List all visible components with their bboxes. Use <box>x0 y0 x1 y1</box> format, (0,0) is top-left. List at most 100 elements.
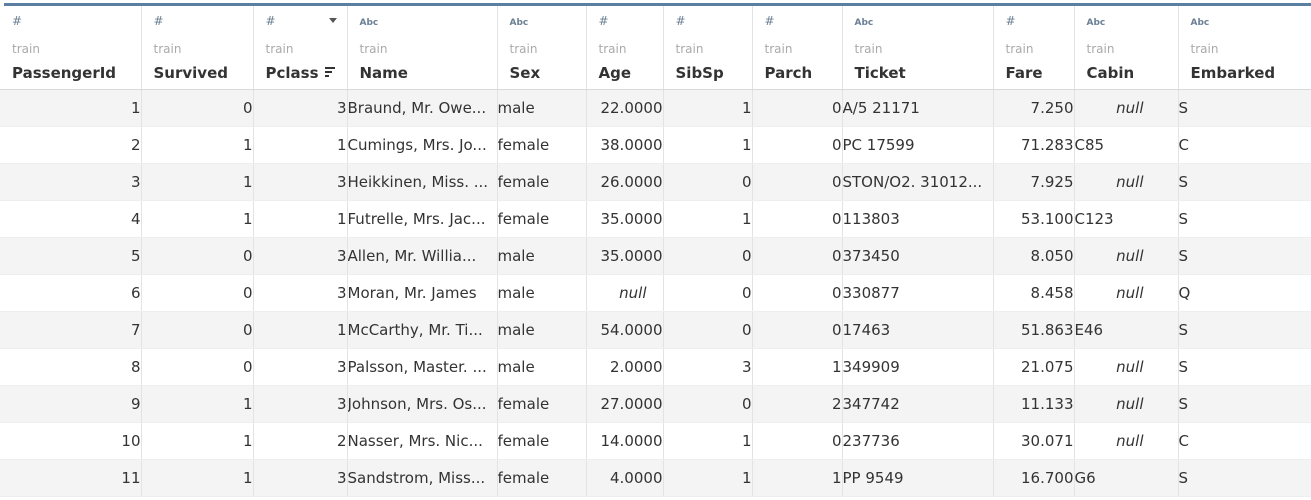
cell-parch: 0 <box>752 200 843 238</box>
cell-ticket: 349909 <box>842 348 994 386</box>
table-row: 2 1 1 Cumings, Mrs. Jo... female 38.0000 1 0 PC … <box>0 126 1311 164</box>
cell-cabin: C123 <box>1074 200 1179 238</box>
cell-embarked: S <box>1178 89 1311 127</box>
cell-ticket: 237736 <box>842 422 994 460</box>
column-header-embarked[interactable]: Abc train Embarked <box>1178 6 1311 90</box>
cell-fare: 53.100 <box>993 200 1075 238</box>
cell-survived: 1 <box>141 126 254 164</box>
cell-sex: female <box>497 163 587 201</box>
cell-sex: female <box>497 126 587 164</box>
table-row: 10 1 2 Nasser, Mrs. Nic... female 14.0000 1 0 23… <box>0 422 1311 460</box>
cell-pclass: 3 <box>253 459 348 497</box>
column-source-label: train <box>598 42 627 56</box>
cell-sibsp: 3 <box>663 348 753 386</box>
cell-fare: 21.075 <box>993 348 1075 386</box>
abc-icon: Abc <box>1086 18 1106 28</box>
cell-sex: female <box>497 385 587 423</box>
hash-icon: # <box>764 14 775 28</box>
cell-sibsp: 0 <box>663 163 753 201</box>
column-source-label: train <box>1086 42 1115 56</box>
cell-sibsp: 1 <box>663 200 753 238</box>
cell-embarked: S <box>1178 459 1311 497</box>
cell-parch: 2 <box>752 385 843 423</box>
column-name-label: Age <box>598 64 632 82</box>
hash-icon: # <box>675 14 686 28</box>
cell-embarked: S <box>1178 348 1311 386</box>
cell-age: null <box>586 274 664 312</box>
cell-passengerid: 4 <box>0 200 142 238</box>
cell-fare: 7.925 <box>993 163 1075 201</box>
cell-age: 22.0000 <box>586 89 664 127</box>
abc-icon: Abc <box>509 18 529 28</box>
cell-age: 27.0000 <box>586 385 664 423</box>
column-header-cabin[interactable]: Abc train Cabin <box>1074 6 1179 90</box>
table-row: 11 1 3 Sandstrom, Miss... female 4.0000 1 1 PP 9… <box>0 459 1311 497</box>
cell-cabin: null <box>1074 348 1179 386</box>
column-header-fare[interactable]: # train Fare <box>993 6 1075 90</box>
cell-cabin: null <box>1074 385 1179 423</box>
cell-fare: 51.863 <box>993 311 1075 349</box>
column-header-passengerid[interactable]: # train PassengerId <box>0 6 142 90</box>
abc-icon: Abc <box>359 18 379 28</box>
cell-survived: 1 <box>141 422 254 460</box>
abc-icon: Abc <box>1190 18 1210 28</box>
cell-ticket: 373450 <box>842 237 994 275</box>
cell-name: Braund, Mr. Owe... <box>347 89 498 127</box>
cell-embarked: S <box>1178 200 1311 238</box>
cell-pclass: 2 <box>253 422 348 460</box>
cell-pclass: 1 <box>253 126 348 164</box>
table-row: 3 1 3 Heikkinen, Miss. ... female 26.0000 0 0 ST… <box>0 163 1311 201</box>
cell-passengerid: 7 <box>0 311 142 349</box>
column-name-label: Ticket <box>854 64 906 82</box>
cell-fare: 11.133 <box>993 385 1075 423</box>
cell-ticket: PP 9549 <box>842 459 994 497</box>
cell-passengerid: 5 <box>0 237 142 275</box>
cell-parch: 0 <box>752 274 843 312</box>
sort-descending-icon[interactable] <box>324 67 335 77</box>
column-source-label: train <box>12 42 40 56</box>
cell-ticket: 113803 <box>842 200 994 238</box>
column-source-label: train <box>153 42 182 56</box>
column-source-label: train <box>1190 42 1219 56</box>
hash-icon: # <box>1005 14 1016 28</box>
cell-age: 14.0000 <box>586 422 664 460</box>
cell-passengerid: 9 <box>0 385 142 423</box>
column-header-sex[interactable]: Abc train Sex <box>497 6 587 90</box>
cell-embarked: S <box>1178 385 1311 423</box>
cell-passengerid: 2 <box>0 126 142 164</box>
column-header-age[interactable]: # train Age <box>586 6 664 90</box>
column-header-pclass[interactable]: # train Pclass <box>253 6 348 90</box>
column-header-survived[interactable]: # train Survived <box>141 6 254 90</box>
table-row: 1 0 3 Braund, Mr. Owe... male 22.0000 1 0 A/5 21… <box>0 89 1311 127</box>
cell-age: 35.0000 <box>586 200 664 238</box>
cell-pclass: 1 <box>253 311 348 349</box>
column-header-parch[interactable]: # train Parch <box>752 6 843 90</box>
cell-age: 54.0000 <box>586 311 664 349</box>
column-name-label: Survived <box>153 64 229 82</box>
cell-sibsp: 1 <box>663 126 753 164</box>
cell-cabin: null <box>1074 237 1179 275</box>
cell-name: Heikkinen, Miss. ... <box>347 163 498 201</box>
cell-embarked: S <box>1178 237 1311 275</box>
cell-survived: 0 <box>141 89 254 127</box>
cell-name: McCarthy, Mr. Ti... <box>347 311 498 349</box>
cell-sibsp: 0 <box>663 274 753 312</box>
cell-age: 2.0000 <box>586 348 664 386</box>
cell-cabin: null <box>1074 274 1179 312</box>
column-header-name[interactable]: Abc train Name <box>347 6 498 90</box>
cell-fare: 7.250 <box>993 89 1075 127</box>
chevron-down-icon[interactable] <box>328 18 337 23</box>
column-name-label: SibSp <box>675 64 724 82</box>
cell-sex: female <box>497 459 587 497</box>
grid-body: 1 0 3 Braund, Mr. Owe... male 22.0000 1 0 A/5 21… <box>0 89 1311 497</box>
hash-icon: # <box>598 14 609 28</box>
cell-survived: 0 <box>141 237 254 275</box>
cell-name: Futrelle, Mrs. Jac... <box>347 200 498 238</box>
column-header-sibsp[interactable]: # train SibSp <box>663 6 753 90</box>
cell-passengerid: 8 <box>0 348 142 386</box>
cell-ticket: 347742 <box>842 385 994 423</box>
cell-sibsp: 0 <box>663 237 753 275</box>
column-source-label: train <box>1005 42 1034 56</box>
cell-ticket: 330877 <box>842 274 994 312</box>
column-header-ticket[interactable]: Abc train Ticket <box>842 6 994 90</box>
